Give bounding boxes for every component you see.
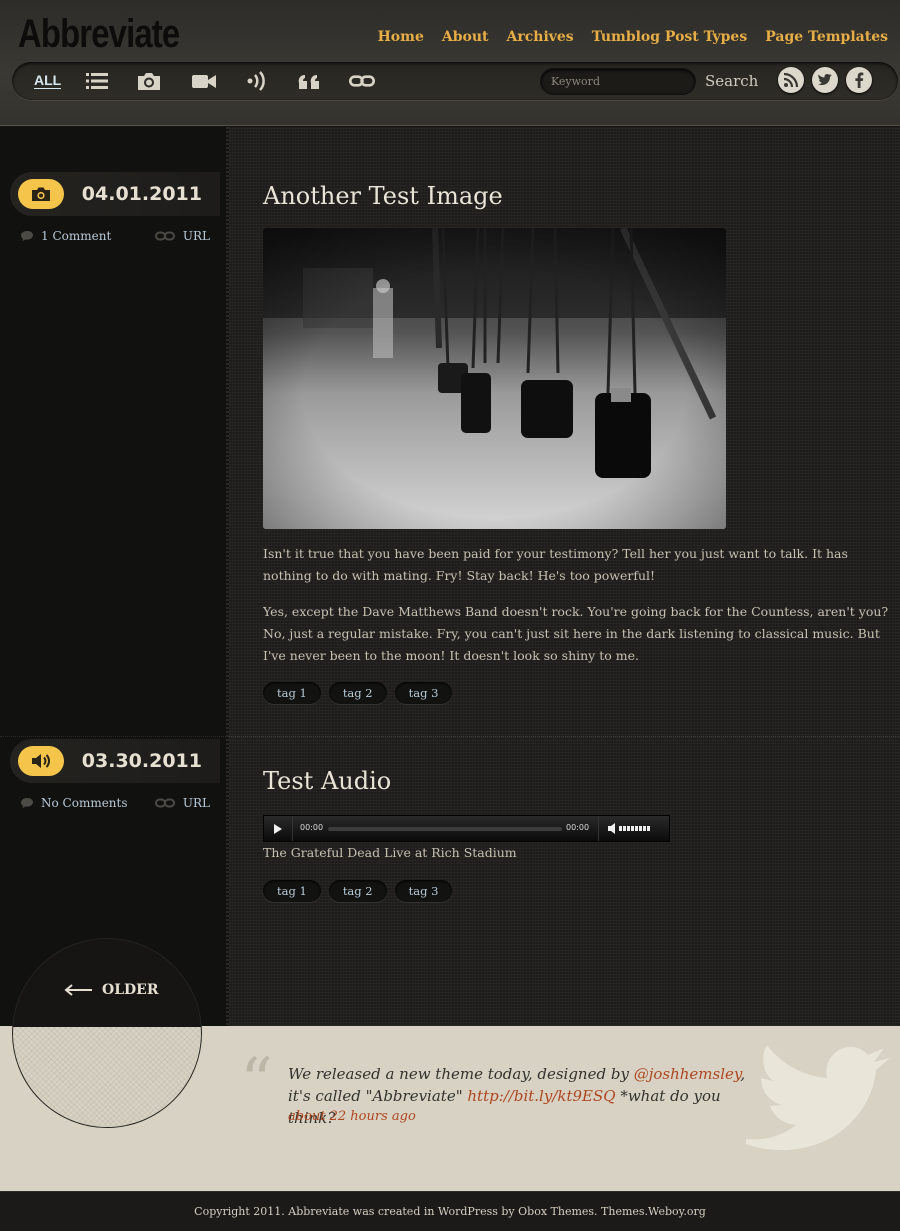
twitter-bird-icon — [746, 1046, 890, 1151]
tag-link[interactable]: tag 1 — [263, 880, 321, 902]
rss-icon[interactable] — [778, 67, 804, 93]
post-separator — [229, 736, 900, 737]
site-logo[interactable]: Abbreviate — [18, 12, 180, 57]
filter-all[interactable]: ALL — [34, 72, 62, 89]
copyright-text: Copyright 2011. Abbreviate was created i… — [194, 1205, 706, 1218]
permalink-url[interactable]: URL — [183, 229, 210, 243]
post-paragraph: Isn't it true that you have been paid fo… — [263, 546, 848, 583]
nav-tumblog-post-types[interactable]: Tumblog Post Types — [592, 29, 748, 45]
older-posts-link[interactable]: OLDER — [64, 982, 159, 998]
link-icon — [154, 231, 175, 241]
post-title[interactable]: Another Test Image — [263, 182, 503, 210]
nav-about[interactable]: About — [442, 29, 489, 45]
search-button[interactable]: Search — [705, 72, 758, 90]
speaker-icon — [32, 754, 50, 768]
nav-home[interactable]: Home — [378, 29, 424, 45]
tag-link[interactable]: tag 2 — [328, 880, 387, 902]
post-tags: tag 1 tag 2 tag 3 — [263, 682, 453, 704]
nav-page-templates[interactable]: Page Templates — [765, 29, 888, 45]
sidebar — [0, 127, 226, 1026]
tweet-mention-link[interactable]: @joshhemsley — [634, 1065, 741, 1083]
permalink-url[interactable]: URL — [183, 796, 210, 810]
older-label: OLDER — [102, 982, 159, 998]
link-icon[interactable] — [349, 69, 375, 93]
play-icon — [274, 823, 282, 834]
facebook-icon[interactable] — [846, 67, 872, 93]
post-paragraph: Yes, except the Dave Matthews Band doesn… — [263, 604, 889, 663]
volume-control[interactable] — [598, 816, 670, 841]
duration: 00:00 — [566, 823, 590, 832]
audio-icon[interactable] — [244, 69, 270, 93]
comment-icon — [21, 231, 33, 241]
video-icon[interactable] — [191, 69, 217, 93]
tag-link[interactable]: tag 1 — [263, 682, 321, 704]
tag-link[interactable]: tag 3 — [394, 880, 453, 902]
site-header: Abbreviate Home About Archives Tumblog P… — [0, 0, 900, 126]
camera-icon — [32, 187, 50, 201]
older-posts-circle — [12, 938, 202, 1128]
sidebar-separator — [0, 736, 226, 737]
audio-player: 00:00 00:00 — [263, 815, 670, 842]
nav-archives[interactable]: Archives — [507, 29, 574, 45]
list-icon[interactable] — [84, 69, 110, 93]
camera-icon[interactable] — [136, 69, 162, 93]
post-image[interactable] — [263, 228, 726, 529]
comments-link[interactable]: 1 Comment — [41, 229, 111, 243]
site-footer: Copyright 2011. Abbreviate was created i… — [0, 1191, 900, 1231]
play-button[interactable] — [264, 816, 293, 841]
post-date: 04.01.2011 — [81, 183, 202, 205]
post-date-bar: 03.30.2011 — [10, 739, 220, 783]
post-date-bar: 04.01.2011 — [10, 172, 220, 216]
twitter-icon[interactable] — [812, 67, 838, 93]
tweet-timestamp[interactable]: about 22 hours ago — [288, 1109, 416, 1124]
post-date: 03.30.2011 — [81, 750, 202, 772]
volume-icon — [608, 823, 650, 834]
comments-link[interactable]: No Comments — [41, 796, 128, 810]
post-title[interactable]: Test Audio — [263, 767, 391, 795]
comment-icon — [21, 798, 33, 808]
post-type-badge[interactable] — [18, 179, 64, 209]
quote-mark-icon: “ — [240, 1045, 273, 1119]
current-time: 00:00 — [300, 823, 324, 832]
tag-link[interactable]: tag 2 — [328, 682, 387, 704]
tweet-url-link[interactable]: http://bit.ly/kt9ESQ — [467, 1087, 615, 1105]
quote-icon[interactable] — [297, 69, 323, 93]
filter-toolbar: ALL Search — [12, 62, 898, 100]
tag-link[interactable]: tag 3 — [394, 682, 453, 704]
post-tags: tag 1 tag 2 tag 3 — [263, 880, 453, 902]
post-type-badge[interactable] — [18, 746, 64, 776]
progress-track[interactable] — [328, 827, 562, 831]
link-icon — [154, 798, 175, 808]
arrow-left-icon — [64, 984, 92, 996]
audio-caption: The Grateful Dead Live at Rich Stadium — [263, 845, 517, 860]
main-nav: Home About Archives Tumblog Post Types P… — [378, 29, 888, 45]
search-input[interactable] — [540, 68, 696, 95]
